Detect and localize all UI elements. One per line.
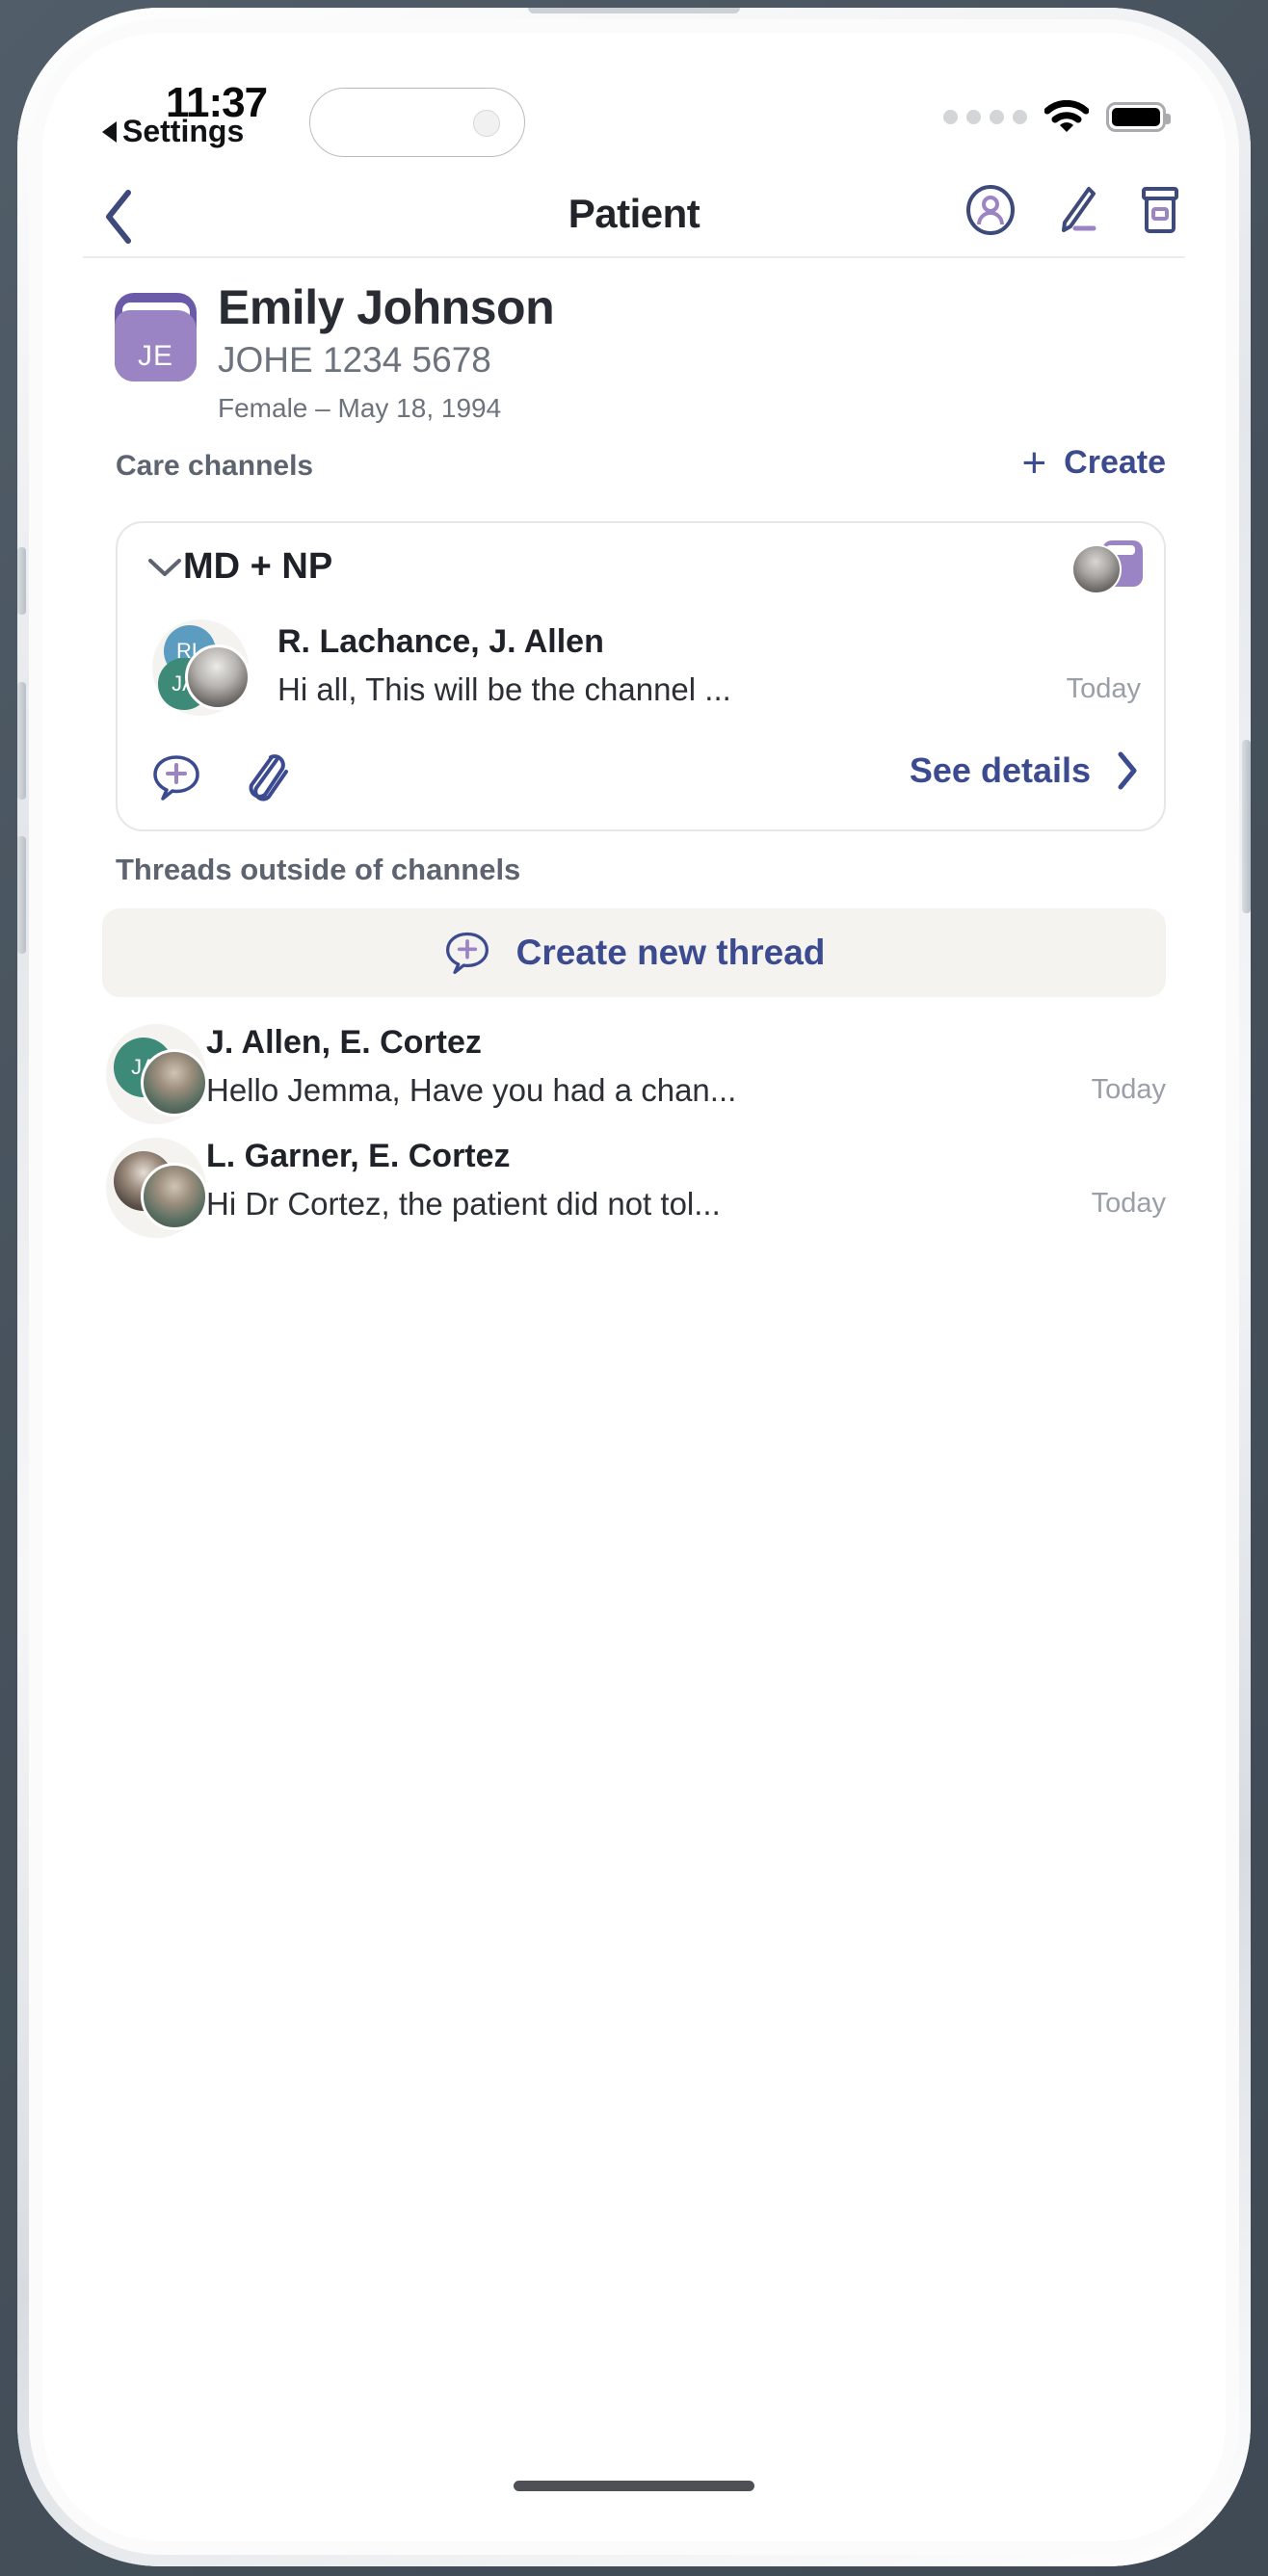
create-new-thread-button[interactable]: Create new thread [102,908,1166,997]
status-back-to-settings[interactable]: Settings [102,114,244,149]
thread-participants: L. Garner, E. Cortez [206,1138,511,1174]
volume-up-button[interactable] [17,682,26,800]
thread-avatar-stack: JA [106,1024,208,1124]
threads-outside-header: Threads outside of channels [42,831,1226,908]
volume-down-button[interactable] [17,836,26,954]
status-bar: 11:37 Settings [42,33,1226,177]
back-triangle-icon [102,120,117,143]
thread-preview: Hi all, This will be the channel ... [277,671,731,707]
main-content: JE Emily Johnson JOHE 1234 5678 Female –… [42,258,1226,1246]
thread-avatar-stack: RL JA [152,619,251,716]
signal-dots-icon [943,109,1027,124]
status-indicators [943,100,1171,133]
patient-name: Emily Johnson [218,280,555,334]
front-camera-icon [473,110,500,137]
chevron-right-icon [1116,750,1139,791]
thread-timestamp: Today [1066,673,1141,704]
nav-action-group [965,185,1183,235]
create-channel-label: Create [1064,444,1166,481]
create-channel-button[interactable]: + Create [1021,438,1166,486]
list-item[interactable]: JA J. Allen, E. Cortez Hello Jemma, Have… [42,1018,1226,1132]
channel-card-header[interactable]: MD + NP [118,523,1164,612]
silent-switch[interactable] [17,547,26,615]
list-item[interactable]: L. Garner, E. Cortez Hi Dr Cortez, the p… [42,1132,1226,1246]
battery-full-icon [1106,101,1171,132]
channel-thread-row[interactable]: RL JA R. Lachance, J. Allen Hi all, This… [118,612,1164,739]
person-circle-icon[interactable] [965,185,1016,235]
phone-device: 11:37 Settings Patient JE Emily Johnson … [17,8,1251,2566]
home-indicator[interactable] [514,2481,754,2491]
chat-plus-icon [443,929,491,977]
chat-plus-icon[interactable] [150,751,202,803]
avatar-photo [141,1163,208,1230]
paperclip-icon[interactable] [243,750,289,804]
thread-participants: R. Lachance, J. Allen [277,623,604,660]
pill-bottle-icon[interactable] [1137,185,1183,235]
avatar-initials: JE [137,340,173,372]
avatar-photo [185,644,251,710]
thread-preview: Hi Dr Cortez, the patient did not tol... [206,1186,721,1222]
channel-title: MD + NP [183,546,333,587]
threads-outside-title: Threads outside of channels [116,853,521,886]
patient-mrn: JOHE 1234 5678 [218,340,491,380]
patient-header: JE Emily Johnson JOHE 1234 5678 Female –… [42,258,1226,436]
see-details-label: See details [909,750,1091,790]
status-back-label: Settings [122,114,245,148]
chevron-down-icon[interactable] [146,556,183,579]
dynamic-island [309,88,525,157]
see-details-button[interactable]: See details [910,750,1139,791]
plus-icon: + [1021,438,1047,486]
thread-participants: J. Allen, E. Cortez [206,1024,482,1061]
channel-action-row: See details [118,739,1164,829]
pencil-edit-icon[interactable] [1052,185,1100,235]
patient-folder-avatar: JE [115,293,197,381]
avatar-photo [141,1049,208,1117]
wifi-icon [1044,100,1089,133]
member-photo-avatar [1071,544,1122,594]
phone-screen: 11:37 Settings Patient JE Emily Johnson … [42,33,1226,2541]
patient-demographics: Female – May 18, 1994 [218,393,502,423]
thread-timestamp: Today [1091,1188,1166,1219]
care-channels-title: Care channels [116,450,314,482]
create-new-thread-label: Create new thread [515,933,826,972]
screenshot-stage: 11:37 Settings Patient JE Emily Johnson … [0,0,1268,2576]
channel-quick-actions [150,750,289,804]
thread-avatar-stack [106,1138,208,1238]
thread-preview: Hello Jemma, Have you had a chan... [206,1072,737,1108]
threads-outside-list: JA J. Allen, E. Cortez Hello Jemma, Have… [42,1018,1226,1246]
care-channels-header: Care channels + Create [42,436,1226,506]
channel-avatar-stack [1064,540,1143,594]
phone-top-speaker [528,8,740,13]
power-button[interactable] [1242,740,1251,913]
thread-timestamp: Today [1091,1074,1166,1105]
navigation-bar: Patient [42,177,1226,256]
care-channel-card[interactable]: MD + NP RL JA R. Lachance, J. Allen Hi a… [116,521,1166,831]
